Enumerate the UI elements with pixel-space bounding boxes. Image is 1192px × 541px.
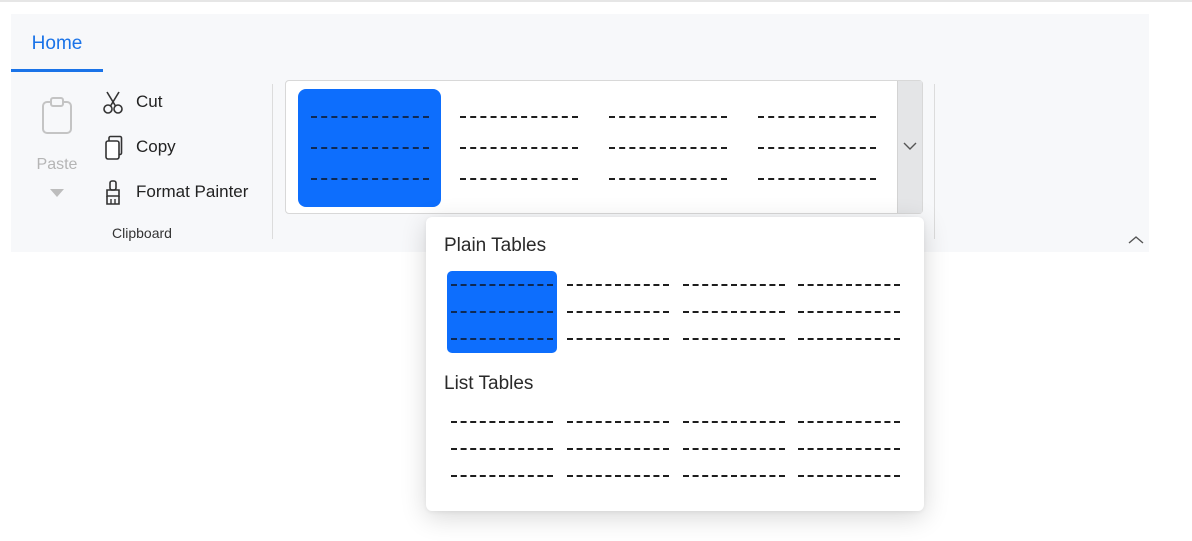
table-row-line — [798, 284, 900, 286]
cut-button[interactable]: Cut — [101, 88, 271, 118]
table-row-line — [609, 178, 727, 180]
format-painter-button[interactable]: Format Painter — [101, 178, 271, 208]
table-row-line — [683, 311, 785, 313]
group-separator — [272, 84, 273, 239]
table-styles-dropdown: Plain Tables List Tables — [426, 217, 924, 511]
table-row-line — [758, 178, 876, 180]
plain-table-style-option[interactable] — [563, 271, 673, 353]
table-row-line — [758, 116, 876, 118]
table-row-line — [311, 116, 429, 118]
list-table-style-option[interactable] — [447, 408, 557, 490]
table-row-line — [451, 421, 553, 423]
table-row-line — [451, 311, 553, 313]
top-border — [0, 0, 1192, 2]
gallery-expand-button[interactable] — [897, 81, 922, 213]
table-row-line — [567, 448, 669, 450]
table-style-option[interactable] — [596, 89, 739, 207]
table-row-line — [798, 421, 900, 423]
table-style-option[interactable] — [745, 89, 888, 207]
table-row-line — [311, 147, 429, 149]
paste-button[interactable]: Paste — [27, 94, 87, 204]
table-row-line — [460, 116, 578, 118]
table-row-line — [460, 178, 578, 180]
chevron-up-icon — [1128, 232, 1144, 249]
table-row-line — [451, 448, 553, 450]
table-row-line — [451, 475, 553, 477]
section-heading-list-tables: List Tables — [444, 373, 534, 394]
table-row-line — [567, 475, 669, 477]
section-heading-plain-tables: Plain Tables — [444, 235, 547, 256]
table-row-line — [683, 448, 785, 450]
group-separator — [934, 84, 935, 239]
table-row-line — [609, 116, 727, 118]
table-row-line — [567, 421, 669, 423]
table-row-line — [683, 284, 785, 286]
table-row-line — [798, 338, 900, 340]
plain-table-style-option[interactable] — [679, 271, 789, 353]
copy-icon — [101, 135, 125, 161]
list-table-style-option[interactable] — [563, 408, 673, 490]
clipboard-group-label: Clipboard — [112, 225, 172, 241]
paste-label: Paste — [36, 156, 78, 173]
table-row-line — [567, 311, 669, 313]
table-row-line — [609, 147, 727, 149]
paste-dropdown-arrow[interactable] — [50, 189, 64, 197]
table-row-line — [451, 338, 553, 340]
table-row-line — [683, 338, 785, 340]
cut-label: Cut — [136, 92, 163, 111]
table-row-line — [798, 311, 900, 313]
tab-home[interactable]: Home — [11, 28, 103, 72]
table-row-line — [798, 448, 900, 450]
table-row-line — [758, 147, 876, 149]
list-table-style-option[interactable] — [679, 408, 789, 490]
plain-table-style-option[interactable] — [794, 271, 904, 353]
clipboard-icon — [41, 97, 73, 140]
paintbrush-icon — [101, 180, 125, 206]
table-row-line — [460, 147, 578, 149]
scissors-icon — [101, 90, 125, 116]
table-row-line — [683, 475, 785, 477]
table-styles-gallery — [285, 80, 923, 214]
copy-button[interactable]: Copy — [101, 133, 271, 163]
copy-label: Copy — [136, 137, 176, 156]
table-row-line — [567, 284, 669, 286]
table-row-line — [567, 338, 669, 340]
table-row-line — [683, 421, 785, 423]
table-row-line — [311, 178, 429, 180]
table-row-line — [451, 284, 553, 286]
collapse-ribbon-button[interactable] — [1128, 232, 1144, 250]
plain-table-style-option[interactable] — [447, 271, 557, 353]
list-table-style-option[interactable] — [794, 408, 904, 490]
table-style-option[interactable] — [298, 89, 441, 207]
table-style-option[interactable] — [447, 89, 590, 207]
format-painter-label: Format Painter — [136, 182, 249, 201]
table-row-line — [798, 475, 900, 477]
